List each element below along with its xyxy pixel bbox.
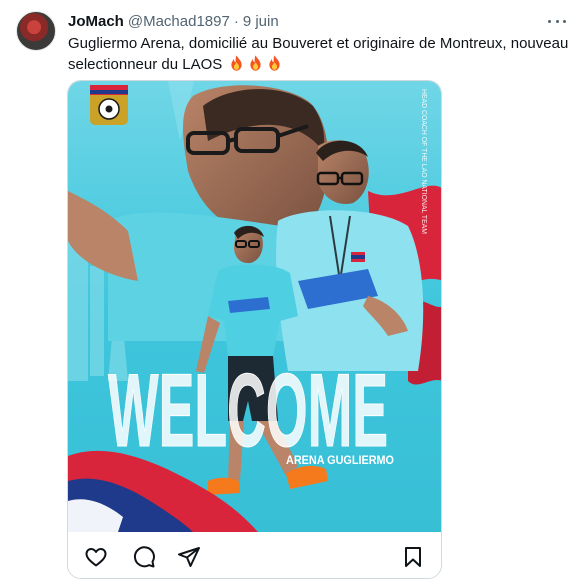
- tweet-date[interactable]: 9 juin: [243, 13, 279, 30]
- author-name[interactable]: JoMach: [68, 13, 124, 30]
- poster-subtitle: ARENA GUGLIERMO: [286, 453, 394, 467]
- tweet-text-content: Gugliermo Arena, domicilié au Bouveret e…: [68, 35, 569, 73]
- header-separator: ·: [233, 12, 239, 30]
- tweet-text: Gugliermo Arena, domicilié au Bouveret e…: [68, 34, 573, 75]
- bookmark-icon[interactable]: [401, 545, 425, 569]
- author-handle[interactable]: @Machad1897: [128, 13, 230, 30]
- tweet: JoMach @Machad1897 · 9 juin Gugliermo Ar…: [0, 0, 582, 588]
- heart-icon[interactable]: [84, 545, 108, 569]
- action-bar: [68, 533, 441, 578]
- poster-side-text: HEAD COACH OF THE LAO NATIONAL TEAM: [420, 89, 427, 234]
- avatar[interactable]: [16, 11, 56, 51]
- tweet-header: JoMach @Machad1897 · 9 juin: [68, 11, 279, 31]
- comment-icon[interactable]: [132, 545, 156, 569]
- fire-emoji-group: [226, 55, 283, 73]
- fire-emoji-icon: [250, 55, 262, 71]
- share-icon[interactable]: [177, 545, 201, 569]
- fire-emoji-icon: [231, 55, 243, 71]
- fire-emoji-icon: [269, 55, 281, 71]
- media-card[interactable]: WELCOME ARENA GUGLIERMO HEAD COACH OF TH…: [67, 80, 442, 579]
- poster-image[interactable]: WELCOME ARENA GUGLIERMO HEAD COACH OF TH…: [68, 81, 441, 532]
- poster-headline: WELCOME: [108, 353, 388, 469]
- more-options-icon[interactable]: [548, 12, 566, 30]
